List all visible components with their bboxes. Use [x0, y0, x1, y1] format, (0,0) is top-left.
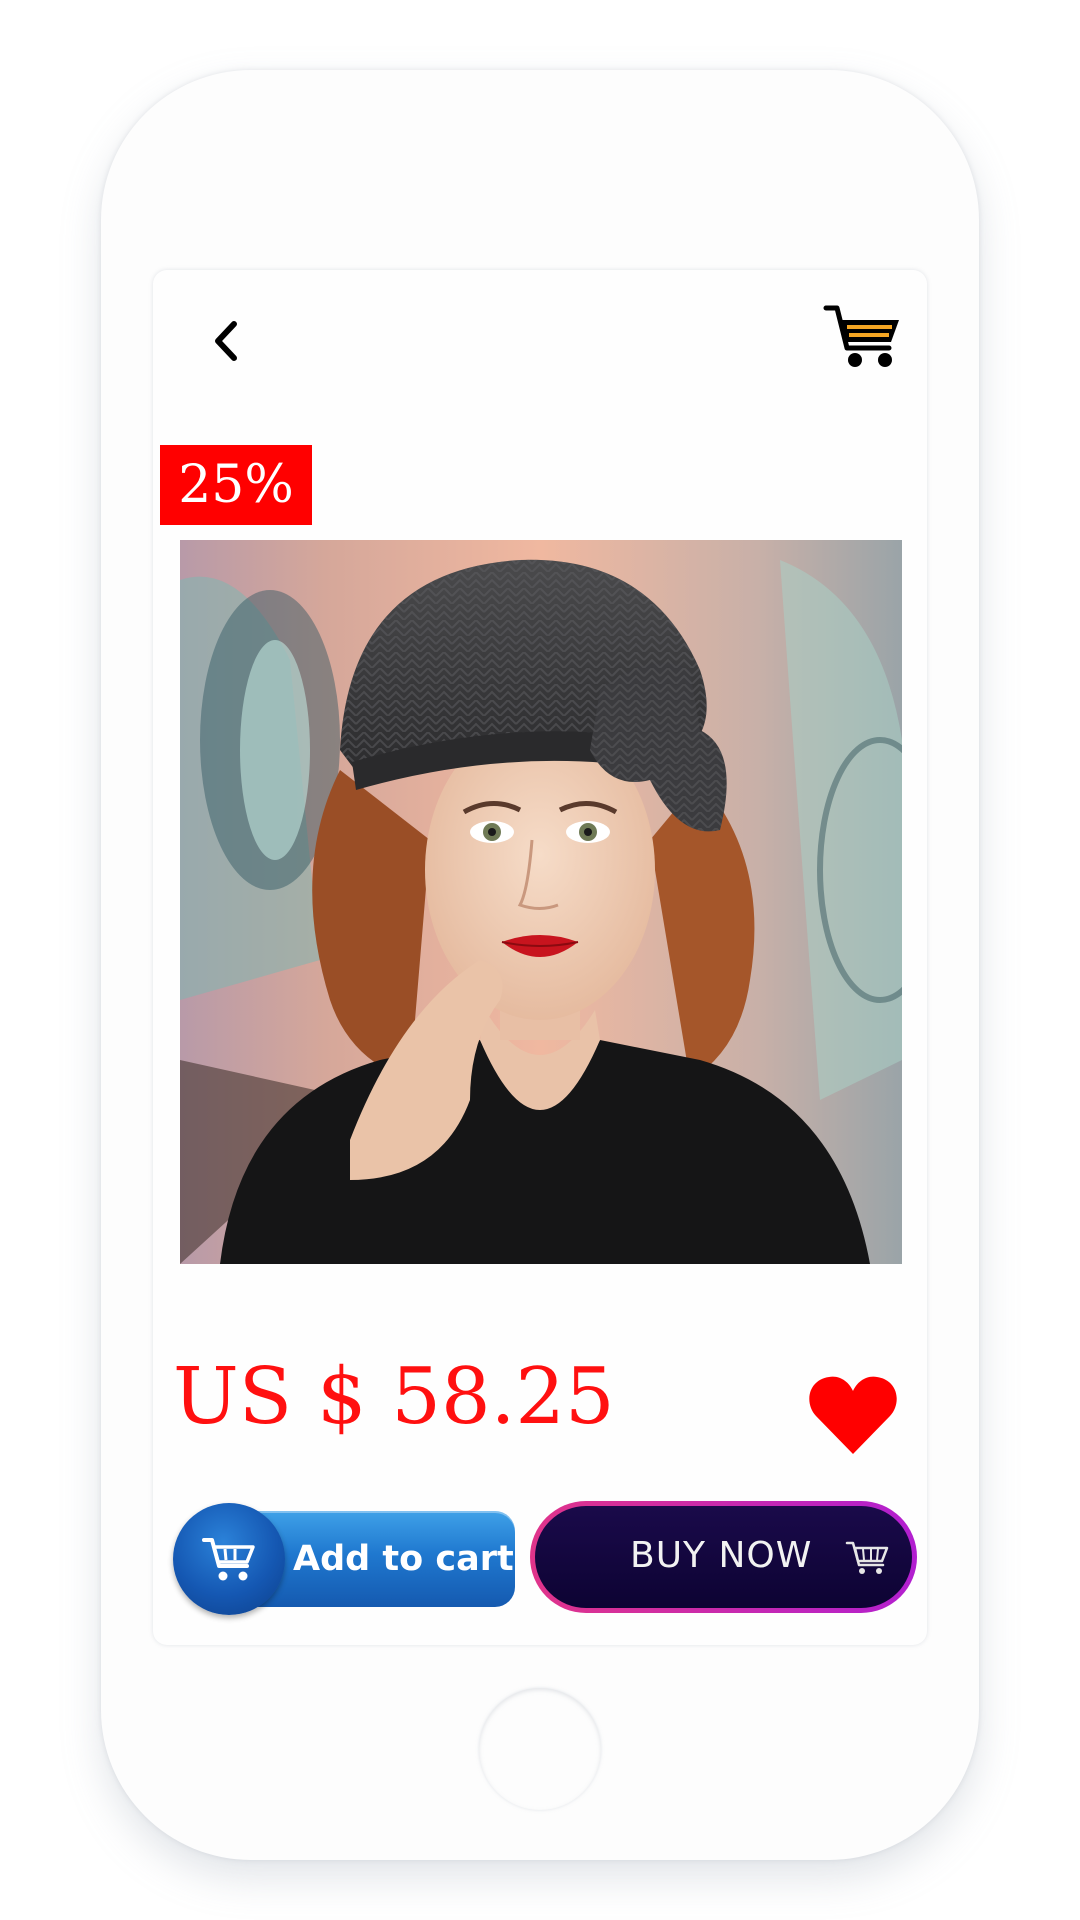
discount-badge: 25%	[160, 445, 312, 525]
add-to-cart-label: Add to cart	[293, 1539, 514, 1579]
home-button[interactable]	[479, 1688, 601, 1810]
buy-now-button[interactable]: BUY NOW	[530, 1501, 917, 1613]
shopping-cart-icon	[823, 305, 899, 367]
cart-icon	[845, 1541, 889, 1574]
product-image[interactable]	[180, 540, 902, 1264]
cart-icon	[202, 1538, 255, 1581]
add-to-cart-button[interactable]: Add to cart	[173, 1503, 517, 1615]
heart-icon	[809, 1376, 897, 1454]
back-button[interactable]	[200, 311, 250, 371]
wishlist-button[interactable]	[807, 1372, 899, 1458]
buy-now-label: BUY NOW	[630, 1535, 813, 1576]
add-to-cart-circle	[173, 1503, 285, 1615]
buy-now-inner: BUY NOW	[535, 1506, 912, 1608]
cart-button[interactable]	[823, 300, 903, 372]
product-screen: 25% US $ 58.25 Add to cart BUY NOW	[153, 270, 927, 1645]
product-price: US $ 58.25	[173, 1352, 615, 1442]
chevron-left-icon	[215, 321, 237, 361]
